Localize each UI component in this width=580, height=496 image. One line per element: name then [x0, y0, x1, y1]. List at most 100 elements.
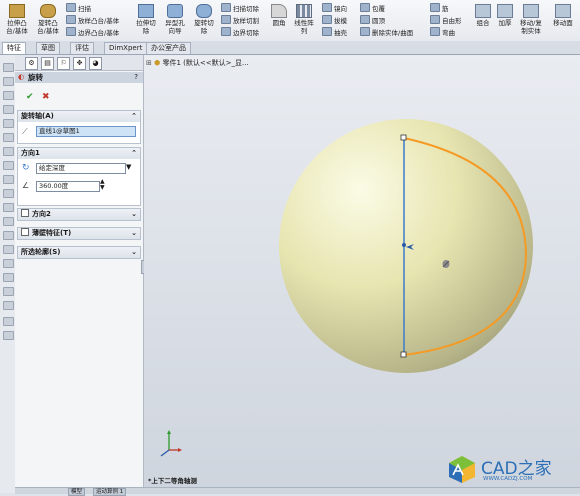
linear-pattern-button[interactable]: 线性阵 列 — [291, 4, 317, 35]
toolbar-tool-icon[interactable] — [3, 245, 14, 254]
ok-button[interactable]: ✔ — [26, 92, 34, 102]
rib-label: 筋 — [442, 5, 449, 13]
display-manager-tab-icon[interactable]: ◕ — [89, 57, 102, 70]
tab-model[interactable]: 模型 — [68, 488, 86, 496]
shell-button[interactable]: 抽壳 — [322, 27, 347, 37]
flex-icon — [430, 27, 440, 36]
toolbar-tool-icon[interactable] — [3, 63, 14, 72]
axis-endpoint-bottom[interactable] — [400, 351, 407, 358]
collapse-icon[interactable]: ⌃ — [131, 111, 137, 122]
direction1-section-header[interactable]: 方向1 ⌃ — [18, 148, 140, 159]
swept-cut-label: 扫描切除 — [233, 5, 259, 13]
tab-features[interactable]: 特征 — [2, 42, 26, 54]
swept-cut-button[interactable]: 扫描切除 — [221, 3, 259, 13]
freeform-button[interactable]: 自由形 — [430, 15, 462, 25]
dome-button[interactable]: 圆顶 — [360, 15, 385, 25]
dome-icon — [360, 15, 370, 24]
expand-icon[interactable]: ⌄ — [131, 209, 137, 220]
toolbar-tool-icon[interactable] — [3, 133, 14, 142]
manager-tabs: ⚙ ▤ ⚐ ✥ ◕ — [15, 55, 143, 71]
axis-section-header[interactable]: 旋转轴(A) ⌃ — [18, 111, 140, 122]
toolbar-tool-icon[interactable] — [3, 259, 14, 268]
axis-endpoint-top[interactable] — [400, 134, 407, 141]
revolve-boss-button[interactable]: 旋转凸 台/基体 — [34, 4, 62, 35]
combine-button[interactable]: 组合 — [472, 4, 494, 27]
reverse-direction-icon[interactable]: ↻ — [22, 163, 30, 173]
toolbar-tool-icon[interactable] — [3, 217, 14, 226]
axis-selection-field[interactable]: 直线1@草图1 — [36, 126, 136, 137]
sweep-button[interactable]: 扫描 — [66, 3, 91, 13]
angle-spinner[interactable]: ▲ ▼ — [100, 179, 105, 191]
chevron-down-icon[interactable]: ▼ — [126, 163, 131, 171]
direction2-section-header[interactable]: 方向2 ⌄ — [18, 209, 140, 220]
thin-feature-section: 薄壁特征(T) ⌄ — [17, 227, 141, 240]
wrap-button[interactable]: 包覆 — [360, 3, 385, 13]
boundary-cut-button[interactable]: 边界切除 — [221, 27, 259, 37]
feature-manager-tab-icon[interactable]: ⚙ — [25, 57, 38, 70]
graphics-area[interactable]: ⊞ ⬢ 零件1 (默认<<默认>_显... *上下二等角轴测 CAD之家 WWW… — [144, 55, 580, 487]
expand-icon[interactable]: ⌄ — [131, 228, 137, 239]
property-manager-tab-icon[interactable]: ▤ — [41, 57, 54, 70]
fillet-button[interactable]: 圆角 — [268, 4, 290, 27]
expand-icon[interactable]: ⌄ — [131, 247, 137, 258]
toolbar-tool-icon[interactable] — [3, 77, 14, 86]
move-copy-body-button[interactable]: 移动/复 制实体 — [516, 4, 546, 35]
toolbar-tool-icon[interactable] — [3, 175, 14, 184]
axis-line-icon: ⟋ — [22, 127, 28, 136]
thin-feature-checkbox[interactable] — [21, 228, 29, 236]
tab-office-products[interactable]: 办公室产品 — [146, 42, 191, 54]
loft-button[interactable]: 放样凸台/基体 — [66, 15, 119, 25]
toolbar-tool-icon[interactable] — [3, 331, 14, 340]
collapse-icon[interactable]: ⌃ — [131, 148, 137, 159]
toolbar-tool-icon[interactable] — [3, 105, 14, 114]
delete-body-icon — [360, 27, 370, 36]
flex-button[interactable]: 弯曲 — [430, 27, 455, 37]
revolved-sphere[interactable] — [279, 119, 533, 373]
revolve-cut-button[interactable]: 旋转切 除 — [190, 4, 218, 35]
hole-wizard-button[interactable]: 异型孔 向导 — [161, 4, 189, 35]
shell-icon — [322, 27, 332, 36]
delete-body-button[interactable]: 删除实体/曲面 — [360, 27, 413, 37]
extrude-cut-button[interactable]: 拉伸切 除 — [132, 4, 160, 35]
direction2-checkbox[interactable] — [21, 209, 29, 217]
toolbar-tool-icon[interactable] — [3, 189, 14, 198]
thin-feature-section-header[interactable]: 薄壁特征(T) ⌄ — [18, 228, 140, 239]
end-condition-select[interactable]: 给定深度 — [36, 163, 126, 174]
toolbar-tool-icon[interactable] — [3, 119, 14, 128]
toolbar-tool-icon[interactable] — [3, 287, 14, 296]
wrap-icon — [360, 3, 370, 12]
toolbar-tool-icon[interactable] — [3, 317, 14, 326]
draft-button[interactable]: 拔模 — [322, 15, 347, 25]
delete-body-label: 删除实体/曲面 — [372, 29, 414, 37]
angle-input[interactable]: 360.00度 — [36, 181, 100, 192]
lofted-cut-button[interactable]: 放样切割 — [221, 15, 259, 25]
axis-midpoint — [402, 243, 406, 247]
rib-button[interactable]: 筋 — [430, 3, 449, 13]
extrude-boss-button[interactable]: 拉伸凸 台/基体 — [3, 4, 31, 35]
cancel-button[interactable]: ✖ — [42, 92, 50, 102]
dome-label: 圆顶 — [372, 17, 385, 25]
thicken-button[interactable]: 加厚 — [494, 4, 516, 27]
tab-dimxpert[interactable]: DimXpert — [104, 42, 148, 54]
tab-evaluate[interactable]: 评估 — [70, 42, 94, 54]
dimxpert-manager-tab-icon[interactable]: ✥ — [73, 57, 86, 70]
boundary-boss-button[interactable]: 边界凸台/基体 — [66, 27, 119, 37]
toolbar-tool-icon[interactable] — [3, 301, 14, 310]
toolbar-tool-icon[interactable] — [3, 147, 14, 156]
help-button[interactable]: ? — [134, 72, 138, 83]
toolbar-tool-icon[interactable] — [3, 91, 14, 100]
selected-contours-section-header[interactable]: 所选轮廓(S) ⌄ — [18, 247, 140, 258]
direction1-section-title: 方向1 — [21, 149, 40, 157]
thicken-label: 加厚 — [498, 19, 512, 27]
tab-motion-study[interactable]: 运动算例 1 — [93, 488, 127, 496]
tab-sketch[interactable]: 草图 — [36, 42, 60, 54]
toolbar-tool-icon[interactable] — [3, 161, 14, 170]
move-face-button[interactable]: 移动面 — [548, 4, 578, 27]
toolbar-tool-icon[interactable] — [3, 273, 14, 282]
toolbar-tool-icon[interactable] — [3, 231, 14, 240]
wrap-label: 包覆 — [372, 5, 385, 13]
toolbar-tool-icon[interactable] — [3, 203, 14, 212]
configuration-manager-tab-icon[interactable]: ⚐ — [57, 57, 70, 70]
mirror-button[interactable]: 镜向 — [322, 3, 347, 13]
left-toolbar — [0, 55, 16, 493]
